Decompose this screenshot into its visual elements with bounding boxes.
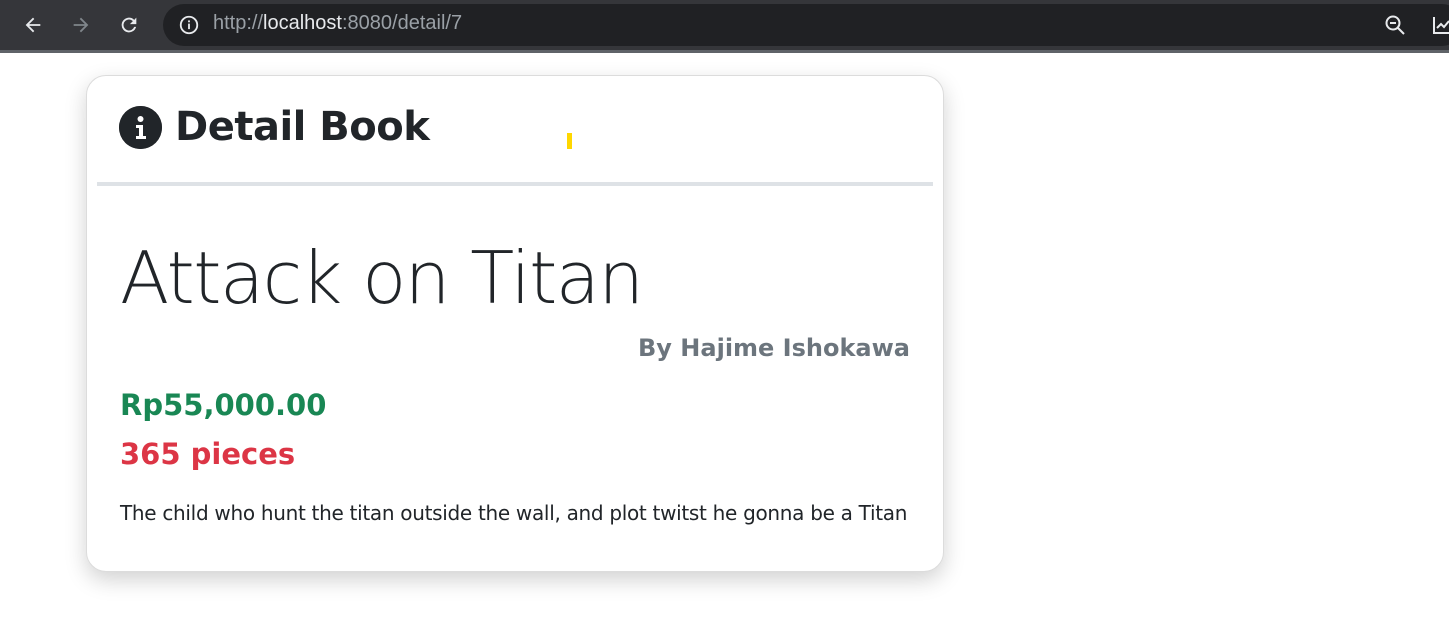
browser-toolbar: http://localhost:8080/detail/7 [0, 0, 1449, 50]
book-author: By Hajime Ishokawa [638, 334, 910, 362]
book-stock: 365 pieces [120, 437, 296, 471]
card-title: Detail Book [175, 104, 430, 150]
arrow-left-icon [25, 17, 41, 33]
arrow-right-icon [73, 17, 89, 33]
header-divider [97, 182, 933, 186]
reload-button[interactable] [113, 9, 145, 41]
book-title: Attack on Titan [120, 236, 644, 320]
url-text[interactable]: http://localhost:8080/detail/7 [213, 12, 462, 35]
toolbar-divider [0, 50, 1449, 53]
zoom-out-icon[interactable] [1383, 13, 1407, 37]
detail-card: Detail Book Attack on Titan By Hajime Is… [86, 75, 944, 572]
info-icon[interactable] [178, 14, 200, 36]
url-scheme: http:// [213, 12, 264, 34]
back-button[interactable] [17, 9, 49, 41]
book-description: The child who hunt the titan outside the… [120, 501, 908, 525]
url-path: :8080/detail/7 [341, 12, 463, 34]
forward-button[interactable] [65, 9, 97, 41]
url-host: localhost [263, 12, 342, 34]
text-cursor-mark [567, 133, 572, 149]
card-header: Detail Book [119, 102, 430, 152]
reload-icon [121, 17, 137, 33]
chart-icon[interactable] [1430, 13, 1449, 37]
info-circle-icon [119, 105, 162, 149]
book-price: Rp55,000.00 [120, 388, 327, 422]
